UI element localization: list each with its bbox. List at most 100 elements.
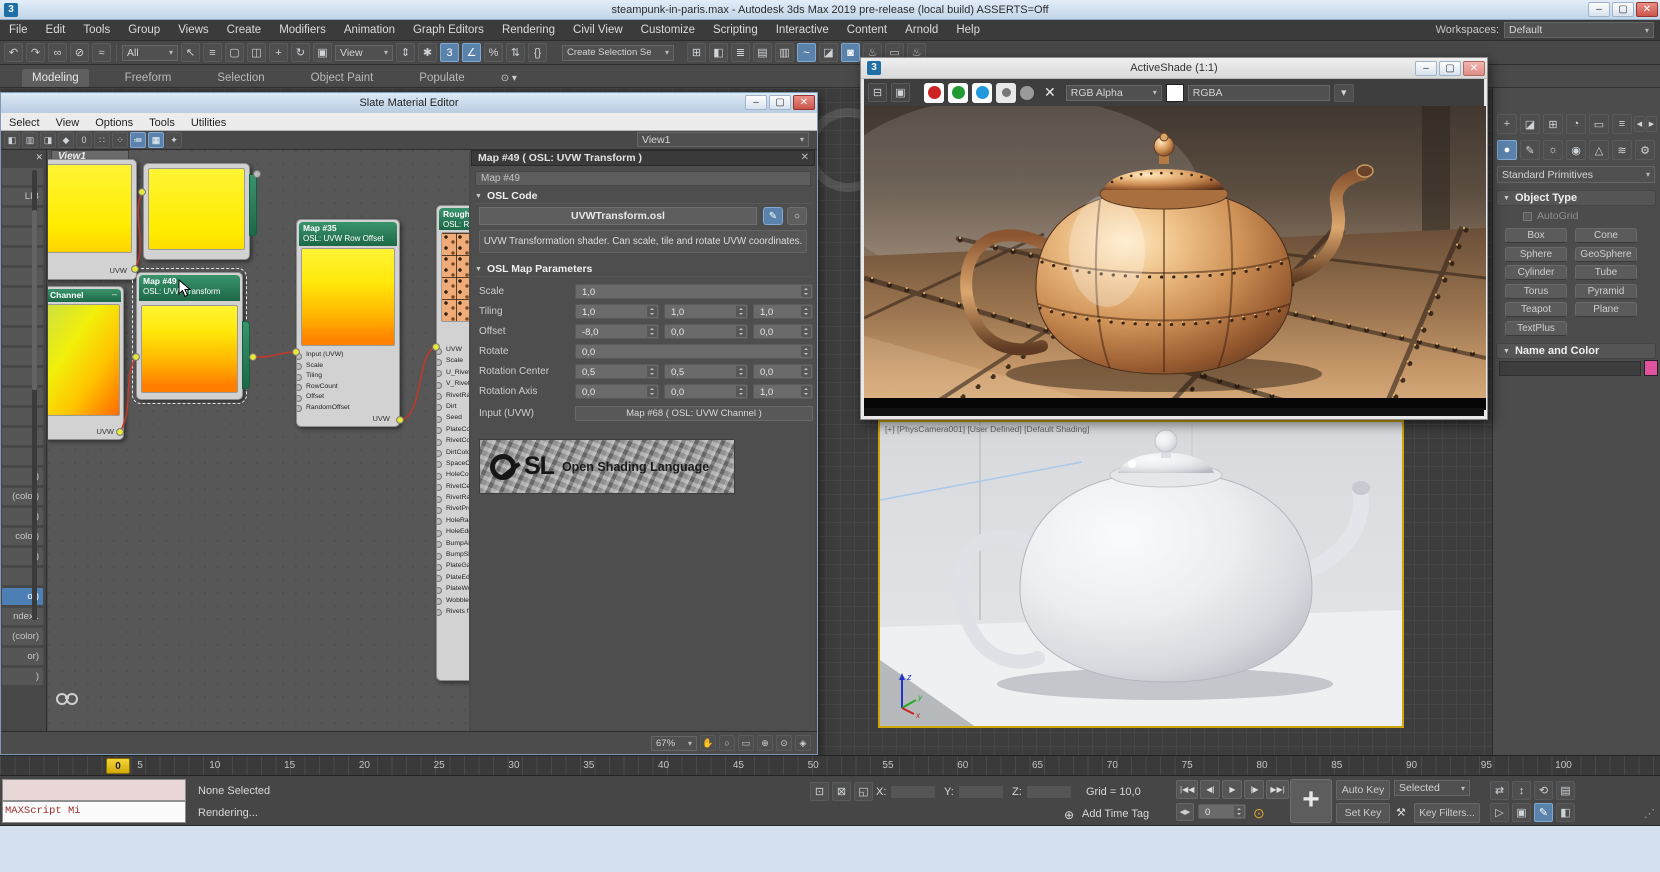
slate-menu-item[interactable]: Options	[87, 117, 141, 129]
selection-set-key-dropdown[interactable]: Selected▾	[1394, 780, 1470, 796]
status-icon[interactable]: ▣	[1512, 803, 1531, 822]
create-category-icon[interactable]: ☼	[1543, 140, 1563, 160]
activeshade-titlebar[interactable]: 3 ActiveShade (1:1) – ▢ ✕	[861, 58, 1487, 79]
toolbar-icon[interactable]: ▢	[225, 43, 244, 62]
toolbar-icon[interactable]: ▤	[753, 43, 772, 62]
toolbar-icon[interactable]: %	[484, 43, 503, 62]
add-time-tag[interactable]: Add Time Tag	[1082, 808, 1149, 820]
slate-menu-item[interactable]: Tools	[141, 117, 183, 129]
alpha-channel-button[interactable]	[1020, 86, 1034, 100]
channel-node[interactable]: Channel– UVW	[48, 286, 124, 440]
mono-channel-button[interactable]	[996, 83, 1016, 103]
slate-nav-icon[interactable]: ▭	[738, 735, 754, 751]
command-panel-tab[interactable]: ⊞	[1543, 114, 1563, 134]
browser-item[interactable]	[1, 207, 44, 226]
node-view[interactable]: View1 UVW Channel– UVW Map #49OSL: UVW T…	[48, 150, 469, 733]
node-input-socket[interactable]: HoleRadius	[437, 517, 469, 528]
primitive-button[interactable]: Torus	[1505, 284, 1567, 299]
node-collapse-icon[interactable]: –	[112, 289, 117, 301]
primitive-button[interactable]: Box	[1505, 228, 1567, 243]
map-name-field[interactable]: Map #49	[475, 171, 811, 186]
slate-toolbar-icon[interactable]: ▥	[22, 132, 38, 148]
primitives-dropdown[interactable]: Standard Primitives▾	[1497, 166, 1655, 183]
node-socket[interactable]	[253, 170, 261, 178]
ribbon-tab[interactable]: Modeling	[22, 69, 89, 87]
panel-scroll-left-icon[interactable]: ◀	[1634, 116, 1645, 132]
toolbar-icon[interactable]: ∞	[48, 43, 67, 62]
menu-item[interactable]: Customize	[632, 24, 704, 36]
browser-item[interactable]	[1, 447, 44, 466]
command-panel-tab[interactable]: ◔	[1566, 114, 1586, 134]
create-category-icon[interactable]: ◉	[1566, 140, 1586, 160]
toolbar-icon[interactable]: ◫	[247, 43, 266, 62]
toolbar-icon[interactable]: ▥	[775, 43, 794, 62]
primitive-button[interactable]: TextPlus	[1505, 321, 1567, 336]
menu-item[interactable]: Civil View	[564, 24, 632, 36]
menu-item[interactable]: File	[0, 24, 37, 36]
primitive-button[interactable]: Cylinder	[1505, 265, 1567, 280]
browser-item[interactable]	[1, 327, 44, 346]
status-icon[interactable]: ⊠	[832, 782, 851, 801]
command-panel-tab[interactable]: ◪	[1520, 114, 1540, 134]
status-icon[interactable]: ↕	[1512, 781, 1531, 800]
node-input-socket[interactable]: BumpShape	[437, 551, 469, 562]
status-icon[interactable]: ◱	[854, 782, 873, 801]
create-category-icon[interactable]: ✎	[1520, 140, 1540, 160]
ribbon-tab[interactable]: Populate	[409, 69, 474, 87]
menu-item[interactable]: Animation	[335, 24, 404, 36]
map-node[interactable]: UVW	[48, 159, 137, 280]
activeshade-close-button[interactable]: ✕	[1463, 61, 1485, 76]
clear-button[interactable]: ✕	[1038, 84, 1062, 101]
tiling-y-field[interactable]: 1,0	[664, 304, 748, 319]
viewport-label[interactable]: [+] [PhysCamera001] [User Defined] [Defa…	[885, 424, 1089, 434]
node-input-socket[interactable]: Offset	[297, 393, 399, 404]
status-icon[interactable]: ⇄	[1490, 781, 1509, 800]
node-input-socket[interactable]: HoleColor	[437, 471, 469, 482]
node-input-socket[interactable]: Input (UVW)	[297, 351, 399, 362]
browser-close-icon[interactable]: ✕	[35, 152, 43, 163]
command-panel-tab[interactable]: +	[1497, 114, 1517, 134]
menu-item[interactable]: Rendering	[493, 24, 564, 36]
menu-item[interactable]: Modifiers	[270, 24, 335, 36]
browser-item[interactable]: (color)	[1, 487, 44, 506]
toolbar-icon[interactable]: ↻	[291, 43, 310, 62]
maxscript-listener-pink[interactable]	[2, 779, 186, 801]
ribbon-tab[interactable]: Freeform	[115, 69, 182, 87]
name-color-rollout[interactable]: ▼Name and Color	[1496, 343, 1656, 359]
slate-nav-icon[interactable]: ✋	[700, 735, 716, 751]
browser-item[interactable]	[1, 367, 44, 386]
browser-item[interactable]: )	[1, 547, 44, 566]
playback-button[interactable]: ▶▶|	[1266, 780, 1288, 799]
create-category-icon[interactable]: ≋	[1612, 140, 1632, 160]
workspace-dropdown[interactable]: Default▾	[1504, 22, 1654, 38]
toolbar-icon[interactable]: +	[269, 43, 288, 62]
slate-view-dropdown[interactable]: View1▾	[637, 132, 809, 147]
browser-item[interactable]	[1, 267, 44, 286]
slate-toolbar-icon[interactable]: ◨	[40, 132, 56, 148]
primitive-button[interactable]: Tube	[1575, 265, 1637, 280]
browser-item[interactable]	[1, 287, 44, 306]
autogrid-checkbox[interactable]: AutoGrid	[1523, 210, 1578, 222]
slate-nav-icon[interactable]: ○	[719, 735, 735, 751]
node-input-socket[interactable]: BumpAmount	[437, 540, 469, 551]
toolbar-icon[interactable]: ⇅	[506, 43, 525, 62]
node-input-socket[interactable]: SpaceColor	[437, 460, 469, 471]
slate-minimize-button[interactable]: –	[745, 95, 767, 110]
camera-viewport[interactable]: [+] [PhysCamera001] [User Defined] [Defa…	[878, 420, 1404, 728]
toolbar-icon[interactable]: ⇕	[396, 43, 415, 62]
time-configuration-icon[interactable]: ⊙	[1253, 805, 1265, 822]
tiling-x-field[interactable]: 1,0	[575, 304, 659, 319]
slate-menu-item[interactable]: View	[48, 117, 88, 129]
slate-nav-icon[interactable]: ⊙	[776, 735, 792, 751]
primitive-button[interactable]: GeoSphere	[1575, 247, 1637, 262]
node-input-socket[interactable]: PlateColor	[437, 426, 469, 437]
node-input-socket[interactable]: U_Rivets	[437, 369, 469, 380]
activeshade-tool-icon[interactable]: ⊟	[868, 83, 887, 102]
offset-x-field[interactable]: -8,0	[575, 324, 659, 339]
green-channel-button[interactable]	[948, 83, 968, 103]
playback-button[interactable]: |◀◀	[1176, 780, 1198, 799]
object-name-field[interactable]	[1499, 361, 1641, 376]
rotaxis-z-field[interactable]: 1,0	[753, 384, 813, 399]
node-input-socket[interactable]: Dirt	[437, 403, 469, 414]
toolbar-icon[interactable]: ◙	[841, 43, 860, 62]
